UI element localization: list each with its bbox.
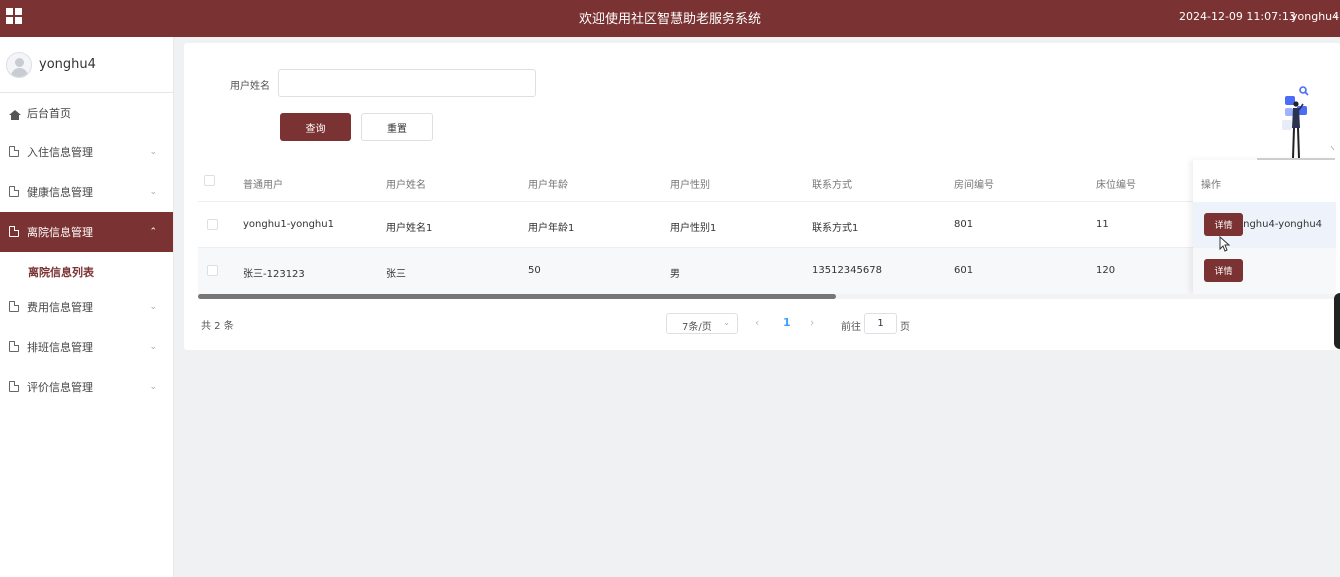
app-title: 欢迎使用社区智慧助老服务系统 xyxy=(578,12,761,27)
sidebar-item-label: 离院信息管理 xyxy=(27,226,93,239)
sidebar-item-home[interactable]: 后台首页 xyxy=(0,93,173,133)
sidebar-item-checkin[interactable]: 入住信息管理 ⌄ xyxy=(0,132,173,172)
goto-page-input[interactable] xyxy=(864,313,897,334)
sidebar-item-reviews[interactable]: 评价信息管理 ⌄ xyxy=(0,367,173,407)
row-checkbox[interactable] xyxy=(207,265,218,276)
table-cell: 张三 xyxy=(386,269,406,280)
sidebar-item-fees[interactable]: 费用信息管理 ⌄ xyxy=(0,287,173,327)
prev-page-icon[interactable]: ‹ xyxy=(755,316,759,329)
operation-column: 操作 onghu4-yonghu4 详情 详情 xyxy=(1193,160,1336,294)
mouse-cursor-icon xyxy=(1219,236,1231,252)
floating-side-widget[interactable] xyxy=(1334,293,1340,349)
sidebar-subitem-discharge-list[interactable]: 离院信息列表 xyxy=(28,264,94,280)
table-cell: 用户性别1 xyxy=(670,223,717,234)
sidebar-item-health[interactable]: 健康信息管理 ⌄ xyxy=(0,172,173,212)
table-row xyxy=(198,248,1336,294)
query-button[interactable]: 查询 xyxy=(280,113,351,141)
sidebar-item-discharge[interactable]: 离院信息管理 ⌃ xyxy=(0,212,173,252)
overflow-cell-text: onghu4-yonghu4 xyxy=(1237,219,1323,230)
search-label: 用户姓名 xyxy=(230,81,270,92)
page-size-select[interactable]: 7条/页 ⌄ xyxy=(666,313,738,334)
detail-button[interactable]: 详情 xyxy=(1204,259,1243,282)
current-datetime: 2024-12-09 11:07:13 xyxy=(1179,10,1296,23)
next-page-icon[interactable]: › xyxy=(810,316,814,329)
chevron-down-icon: ⌄ xyxy=(149,342,157,352)
sidebar-item-label: 后台首页 xyxy=(27,107,71,120)
search-illustration-icon xyxy=(1257,86,1335,160)
column-header: 用户性别 xyxy=(670,180,710,191)
table-cell: 用户姓名1 xyxy=(386,223,433,234)
chevron-down-icon: ⌄ xyxy=(723,318,730,327)
document-icon xyxy=(9,301,21,313)
top-bar: 欢迎使用社区智慧助老服务系统 2024-12-09 11:07:13 yongh… xyxy=(0,0,1340,37)
sidebar-user: yonghu4 xyxy=(0,37,173,93)
sidebar-username: yonghu4 xyxy=(39,57,96,72)
column-header: 房间编号 xyxy=(954,180,994,191)
username-search-input[interactable] xyxy=(278,69,536,97)
row-divider xyxy=(198,201,1336,202)
document-icon xyxy=(9,146,21,158)
page-number[interactable]: 1 xyxy=(783,316,791,329)
sidebar-item-label: 排班信息管理 xyxy=(27,341,93,354)
table-cell: 50 xyxy=(528,265,541,276)
reset-button[interactable]: 重置 xyxy=(361,113,433,141)
table-cell: yonghu1-yonghu1 xyxy=(243,219,334,230)
document-icon xyxy=(9,381,21,393)
home-icon xyxy=(9,107,21,120)
document-icon xyxy=(9,341,21,353)
sidebar-item-schedule[interactable]: 排班信息管理 ⌄ xyxy=(0,327,173,367)
column-header: 联系方式 xyxy=(812,180,852,191)
table-cell: 联系方式1 xyxy=(812,223,859,234)
goto-label: 前往 xyxy=(841,322,861,333)
column-header: 床位编号 xyxy=(1096,180,1136,191)
document-icon xyxy=(9,186,21,198)
chevron-down-icon: ⌄ xyxy=(149,382,157,392)
avatar xyxy=(6,52,32,78)
table-cell: 601 xyxy=(954,265,974,276)
table-cell: 张三-123123 xyxy=(243,269,305,280)
table-cell: 用户年龄1 xyxy=(528,223,575,234)
chevron-up-icon: ⌃ xyxy=(149,227,157,237)
sidebar-item-label: 评价信息管理 xyxy=(27,381,93,394)
sidebar-item-label: 费用信息管理 xyxy=(27,301,93,314)
sidebar-item-label: 健康信息管理 xyxy=(27,186,93,199)
table-cell: 11 xyxy=(1096,219,1109,230)
column-header: 用户年龄 xyxy=(528,180,568,191)
column-header: 普通用户 xyxy=(243,180,283,191)
row-checkbox[interactable] xyxy=(207,219,218,230)
scrollbar-thumb[interactable] xyxy=(198,294,836,299)
detail-button[interactable]: 详情 xyxy=(1204,213,1243,236)
chevron-down-icon: ⌄ xyxy=(149,302,157,312)
page-unit-label: 页 xyxy=(900,322,910,333)
chevron-down-icon[interactable]: ⌄ xyxy=(1332,10,1340,20)
table-cell: 13512345678 xyxy=(812,265,882,276)
table-cell: 男 xyxy=(670,269,680,280)
page-size-value: 7条/页 xyxy=(682,322,712,333)
table-cell: 801 xyxy=(954,219,974,230)
table-cell: 120 xyxy=(1096,265,1116,276)
column-header: 操作 xyxy=(1201,180,1221,191)
total-count: 共 2 条 xyxy=(201,321,234,332)
select-all-checkbox[interactable] xyxy=(204,175,215,186)
column-header: 用户姓名 xyxy=(386,180,426,191)
chevron-down-icon: ⌄ xyxy=(149,147,157,157)
sidebar-item-label: 入住信息管理 xyxy=(27,146,93,159)
chevron-down-icon: ⌄ xyxy=(149,187,157,197)
document-icon xyxy=(9,226,21,238)
